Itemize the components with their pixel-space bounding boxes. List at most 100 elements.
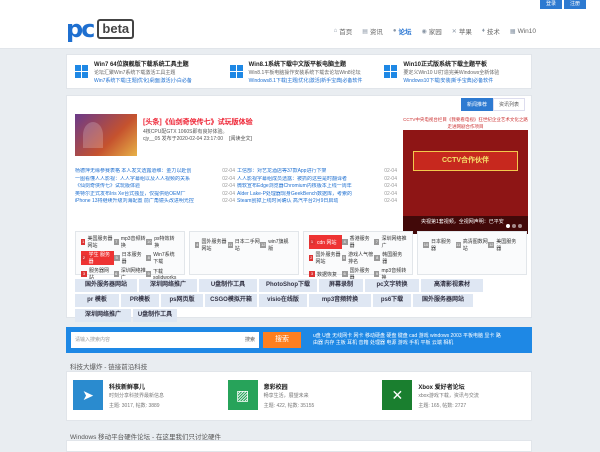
ranking-item[interactable]: 1 cdn 网站 [309,235,342,249]
news-title[interactable]: 人人影视字幕组成员透露：被抓的这些是时翻译者 [237,176,347,184]
tag-link[interactable]: 屏幕录制 [319,279,363,292]
news-title[interactable]: 微软宣布Edge浏览器Chromium内核版本上线一周年 [237,183,352,191]
news-title[interactable]: iPhone 13将继续升级刘海配置 前广角镜头改进明光控 [75,198,194,206]
nav-item-3[interactable]: ◉ 家园 [422,26,442,37]
promo-links[interactable]: Windows8.1下载|主题|优化|激活|新手宝典|必备软件 [249,77,363,84]
tab-news-list[interactable]: 资讯列表 [492,98,525,111]
news-title[interactable]: 《仙剑奇侠传七》试玩版体验 [75,183,140,191]
forum-card-0[interactable]: ➤ 科技新鲜事儿 时刻分享科技界最新信息 主题: 3017, 帖数: 3889 [67,372,222,420]
tag-link[interactable]: U盘制作工具 [133,309,177,322]
promo-links[interactable]: Win7系统下载|主题|优化|桌面|激活|小白必备 [94,77,192,84]
promo-title[interactable]: Win10正式版系统下载主题平板 [403,59,499,68]
ranking-item[interactable]: 2 国外服务器网站 [309,251,342,265]
search-scope-select[interactable]: 搜索 [245,332,255,348]
nav-item-4[interactable]: ✕ 苹果 [452,26,472,37]
site-logo[interactable]: pc beta [66,16,135,42]
tag-link[interactable]: PR模板 [121,294,159,307]
list-item[interactable]: 工信部：对艺龙酒店等37款App进行下架 02-04 [237,168,397,176]
forum-desc: xbox游戏下载，资讯与交流 [418,393,479,399]
list-item[interactable]: 人人影视字幕组成员透露：被抓的这些是时翻译者 02-04 [237,176,397,184]
tag-link[interactable]: ps6下载 [373,294,411,307]
dot[interactable] [518,224,522,228]
news-title[interactable]: 英特尔正式发布Iris Xe台式独显，仅提供给OEM厂 [75,191,186,199]
tag-link[interactable]: 国外服务器网站 [75,279,137,292]
promo-banner[interactable]: CCTV中央电视台栏目《我要看电视》狂世纪企业艺术文化之路走进网剧合作项目 CC… [403,116,528,234]
forum-name[interactable]: Xbox 爱好者论坛 [418,382,464,391]
forum-card-2[interactable]: ✕ Xbox 爱好者论坛 xbox游戏下载，资讯与交流 主题: 165, 帖数: 27… [376,372,531,420]
ranking-item[interactable]: 5 日本服务器 [113,251,147,265]
ranking-item[interactable]: 12 win7旗舰版 [260,235,293,255]
tag-link[interactable]: ps网页版 [161,294,203,307]
promo-item-0[interactable]: Win7 64位旗舰版下载系统工具主题 论坛汇聚Win7系统下载激活工具主题 Win… [67,55,222,88]
news-date: 02-04 [384,190,397,197]
list-item[interactable]: Alder Lake-P处理器现身GeekBench数据库，考索的 02-04 [237,191,397,199]
news-title[interactable]: 杨德萍无缘参赛表格 本人发文透露道维：金力以赴创 [75,168,191,176]
ranking-label: 日本服务器 [430,239,451,252]
ranking-item[interactable]: 10 日本服务器 [423,235,456,255]
promo-title[interactable]: Win8.1系统下载中文版平板电脑主题 [249,59,363,68]
nav-item-1[interactable]: ▤ 资讯 [362,26,383,37]
tag-link[interactable]: visio在线版 [259,294,307,307]
ranking-item[interactable]: 5 游戏人气榜排名 [341,251,375,265]
list-item[interactable]: 英特尔正式发布Iris Xe台式独显，仅提供给OEM厂 02-04 [75,191,235,199]
list-item[interactable]: 微软宣布Edge浏览器Chromium内核版本上线一周年 02-04 [237,183,397,191]
ranking-item[interactable]: 7 深圳网络推广 [374,235,407,249]
tag-link[interactable]: 深圳网络推广 [139,279,197,292]
tag-link[interactable]: pr 模板 [75,294,119,307]
forum-name[interactable]: 意彩校园 [264,382,288,391]
news-title[interactable]: 工信部：对艺龙酒店等37款App进行下架 [237,168,326,176]
read-more-link[interactable]: [阅读全文] [229,136,252,142]
tag-link[interactable]: 深圳网络推广 [75,309,131,322]
tab-news-recommend[interactable]: 新闻推荐 [460,98,493,111]
ranking-item[interactable]: 4 香港服务器 [341,235,375,249]
news-title[interactable]: 一图看懂人人影视：人人字幕组以及人人视频的关系 [75,176,190,184]
ranking-item[interactable]: 1 美国服务器网站 [81,235,114,249]
promo-item-1[interactable]: Win8.1系统下载中文版平板电脑主题 Win8.1平板电脑操作安装系统下载去论坛… [222,55,377,88]
promo-links[interactable]: Windows10下载|安装|新手宝典|必备软件 [403,77,499,84]
tag-link[interactable]: 国外服务器网站 [413,294,473,307]
ranking-item[interactable]: 7 mp3音频转换 [113,235,147,249]
ranking-item[interactable]: 8 Win7系统下载 [146,251,179,265]
tag-link[interactable]: CSGO模拟开箱 [205,294,257,307]
register-button[interactable]: 注册 [564,0,586,9]
tag-link[interactable]: PhotoShop下载 [259,279,317,292]
list-item[interactable]: Steam刮掉上线时间确认 高汽平台2月9日启动 02-04 [237,198,397,206]
dot[interactable] [512,224,516,228]
list-item[interactable]: iPhone 13将继续升级刘海配置 前广角镜头改进明光控 02-04 [75,198,235,206]
forum-card-1[interactable]: ▨ 意彩校园 畅享生活，展望未来 主题: 422, 帖数: 35155 [222,372,377,420]
tag-link[interactable]: 高清影视素材 [421,279,483,292]
nav-label: 家园 [428,29,442,36]
featured-headline[interactable]: [头条]《仙剑奇侠传七》试玩版体验 [143,117,253,127]
featured-image[interactable] [75,114,137,156]
list-item[interactable]: 《仙剑奇侠传七》试玩版体验 02-04 [75,183,235,191]
ranking-item[interactable]: 11 高清图数网站 [455,235,489,255]
dot[interactable] [506,224,510,228]
rank-number: 4 [195,242,200,248]
news-title[interactable]: Alder Lake-P处理器现身GeekBench数据库，考索的 [237,191,352,199]
tag-link[interactable]: pc文字转换 [365,279,419,292]
nav-item-2[interactable]: ● 论坛 [393,26,412,36]
tag-link[interactable]: U盘制作工具 [199,279,257,292]
promo-item-2[interactable]: Win10正式版系统下载主题平板 要定义Win10 UI打造完美Windows全新… [376,55,531,88]
ranking-item[interactable]: 8 韩国服务器 [374,251,407,265]
nav-item-5[interactable]: ♦ 技术 [482,26,500,36]
ranking-item[interactable]: 12 美国服务器 [488,235,521,255]
ranking-item[interactable]: 4 国外服务器网站 [195,235,228,255]
nav-item-0[interactable]: ⌂ 首页 [334,26,353,36]
ranking-item[interactable]: 10 ps特效转换 [146,235,179,249]
forum-name[interactable]: 科技新鲜事儿 [109,382,145,391]
search-button[interactable]: 搜索 [263,332,301,348]
logo-beta-badge: beta [97,19,135,39]
list-item[interactable]: 一图看懂人人影视：人人字幕组以及人人视频的关系 02-04 [75,176,235,184]
nav-item-6[interactable]: ▦ Win10 [510,26,536,36]
list-item[interactable]: 杨德萍无缘参赛表格 本人发文透露道维：金力以赴创 02-04 [75,168,235,176]
news-title[interactable]: Steam刮掉上线时间确认 高汽平台2月9日启动 [237,198,338,206]
hot-keywords[interactable]: u盘 U盘 无线网卡 网卡 移动硬盘 硬盘 键盘 cad 游戏 windows … [313,333,503,347]
search-input[interactable]: 请输入搜索内容 搜索 [71,332,259,348]
news-date: 02-04 [384,175,397,182]
promo-title[interactable]: Win7 64位旗舰版下载系统工具主题 [94,59,192,68]
ranking-item[interactable]: 11 日本二手网站 [227,235,261,255]
login-button[interactable]: 登录 [540,0,562,9]
tag-link[interactable]: mp3音频转换 [309,294,371,307]
ranking-item[interactable]: 2 学生 服务器 [81,251,114,265]
